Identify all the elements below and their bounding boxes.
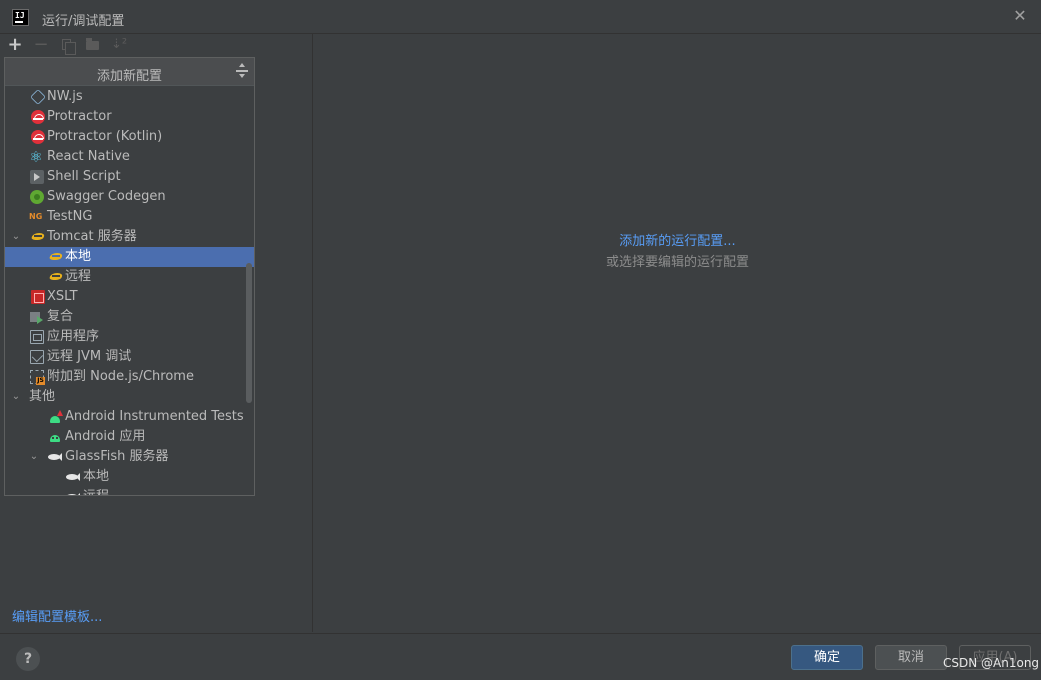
tomcat-icon [31,230,45,244]
tree-item-protractor[interactable]: Protractor [5,107,254,127]
folder-icon [86,38,99,50]
config-type-tree: NW.js Protractor Protractor (Kotlin) ⚛ R… [5,87,254,495]
glassfish-icon [66,490,80,495]
tree-item-label: 本地 [65,249,92,264]
tree-item-other[interactable]: ⌄ 其他 [5,387,254,407]
shell-script-icon [30,170,44,184]
android-test-icon [49,410,63,424]
tree-item-nwjs[interactable]: NW.js [5,87,254,107]
compound-icon [30,310,44,324]
tree-item-label: React Native [47,149,130,164]
copy-config-button[interactable] [58,36,76,55]
tree-item-label: 应用程序 [47,329,100,344]
remove-config-button[interactable]: − [32,36,50,54]
xslt-icon [31,290,45,304]
dialog-title: 运行/调试配置 [42,14,125,29]
tree-item-label: Android Instrumented Tests [65,409,244,424]
tree-item-shell-script[interactable]: Shell Script [5,167,254,187]
tree-item-tomcat-remote[interactable]: 远程 [5,267,254,287]
csdn-watermark: CSDN @An1ong [943,656,1040,670]
react-icon: ⚛ [29,148,43,166]
new-folder-button[interactable] [84,36,102,54]
remote-jvm-icon [30,350,44,364]
tree-item-application[interactable]: 应用程序 [5,327,254,347]
ok-button[interactable]: 确定 [791,645,863,670]
tree-item-testng[interactable]: NG TestNG [5,207,254,227]
intellij-app-icon: IJ [12,9,29,26]
or-select-config-text: 或选择要编辑的运行配置 [605,255,749,270]
chevron-down-icon[interactable]: ⌄ [29,447,39,467]
tree-item-label: Protractor (Kotlin) [47,129,163,144]
tree-item-label: Tomcat 服务器 [47,229,137,244]
add-config-button[interactable]: + [6,36,24,54]
glassfish-icon [48,450,62,464]
protractor-icon [31,110,45,124]
collapse-all-icon[interactable] [236,63,248,79]
application-icon [30,330,44,344]
tree-item-glassfish-local[interactable]: 本地 [5,467,254,487]
tomcat-icon [49,270,63,284]
add-new-config-popup: 添加新配置 NW.js Protractor Protractor (Kotli… [4,57,255,496]
tree-item-label: Android 应用 [65,429,146,444]
tree-item-label: 本地 [83,469,110,484]
tree-item-tomcat[interactable]: ⌄ Tomcat 服务器 [5,227,254,247]
swagger-icon [30,190,44,204]
tree-item-label: TestNG [47,209,93,224]
tree-item-glassfish[interactable]: ⌄ GlassFish 服务器 [5,447,254,467]
tree-item-label: 远程 [83,487,109,495]
tree-item-label: 远程 [65,269,92,284]
tree-item-android-app[interactable]: Android 应用 [5,427,254,447]
tree-item-glassfish-remote[interactable]: 远程 [5,487,254,495]
tree-item-label: Shell Script [47,169,121,184]
config-toolbar: + − ⇣² [0,34,313,56]
android-icon [48,430,62,444]
glassfish-icon [66,470,80,484]
edit-templates-link[interactable]: 编辑配置模板... [12,606,102,625]
tree-item-label: XSLT [47,289,78,304]
add-new-run-config-link[interactable]: 添加新的运行配置... [314,230,1041,249]
run-debug-dialog: IJ 运行/调试配置 ✕ + − ⇣² 编辑配置模板... 添加新配置 NW.j… [0,0,1041,680]
tree-item-label: Swagger Codegen [47,189,166,204]
title-bar: IJ 运行/调试配置 ✕ [0,0,1041,34]
tree-item-react-native[interactable]: ⚛ React Native [5,147,254,167]
tree-scrollbar[interactable] [246,263,252,403]
tomcat-icon [49,250,63,264]
tree-item-label: NW.js [47,89,83,104]
attach-nodejs-icon [30,370,45,385]
dialog-footer: ? 确定 取消 应用(A) CSDN @An1ong [0,633,1041,680]
tree-item-remote-jvm[interactable]: 远程 JVM 调试 [5,347,254,367]
protractor-icon [31,130,45,144]
tree-item-xslt[interactable]: XSLT [5,287,254,307]
chevron-down-icon[interactable]: ⌄ [11,387,21,407]
tree-item-protractor-kotlin[interactable]: Protractor (Kotlin) [5,127,254,147]
popup-header: 添加新配置 [5,58,254,86]
testng-icon: NG [29,212,43,221]
tree-item-tomcat-local[interactable]: 本地 [5,247,254,267]
cancel-button[interactable]: 取消 [875,645,947,670]
tree-item-compound[interactable]: 复合 [5,307,254,327]
tree-item-label: 复合 [47,309,74,324]
nwjs-icon [30,89,46,105]
tree-item-label: Protractor [47,109,112,124]
chevron-down-icon[interactable]: ⌄ [11,227,21,247]
tree-item-android-tests[interactable]: Android Instrumented Tests [5,407,254,427]
tree-item-label: 附加到 Node.js/Chrome [47,369,194,384]
tree-item-swagger-codegen[interactable]: Swagger Codegen [5,187,254,207]
close-icon[interactable]: ✕ [1011,7,1029,25]
popup-title: 添加新配置 [96,69,162,84]
tree-item-attach-nodejs[interactable]: 附加到 Node.js/Chrome [5,367,254,387]
sort-configs-button[interactable]: ⇣² [110,36,128,54]
config-editor-pane: 添加新的运行配置... 或选择要编辑的运行配置 [314,34,1041,632]
tree-item-label: GlassFish 服务器 [65,449,169,464]
help-button[interactable]: ? [16,647,40,671]
tree-item-label: 其他 [29,389,56,404]
copy-icon [62,39,76,55]
tree-item-label: 远程 JVM 调试 [47,349,132,364]
